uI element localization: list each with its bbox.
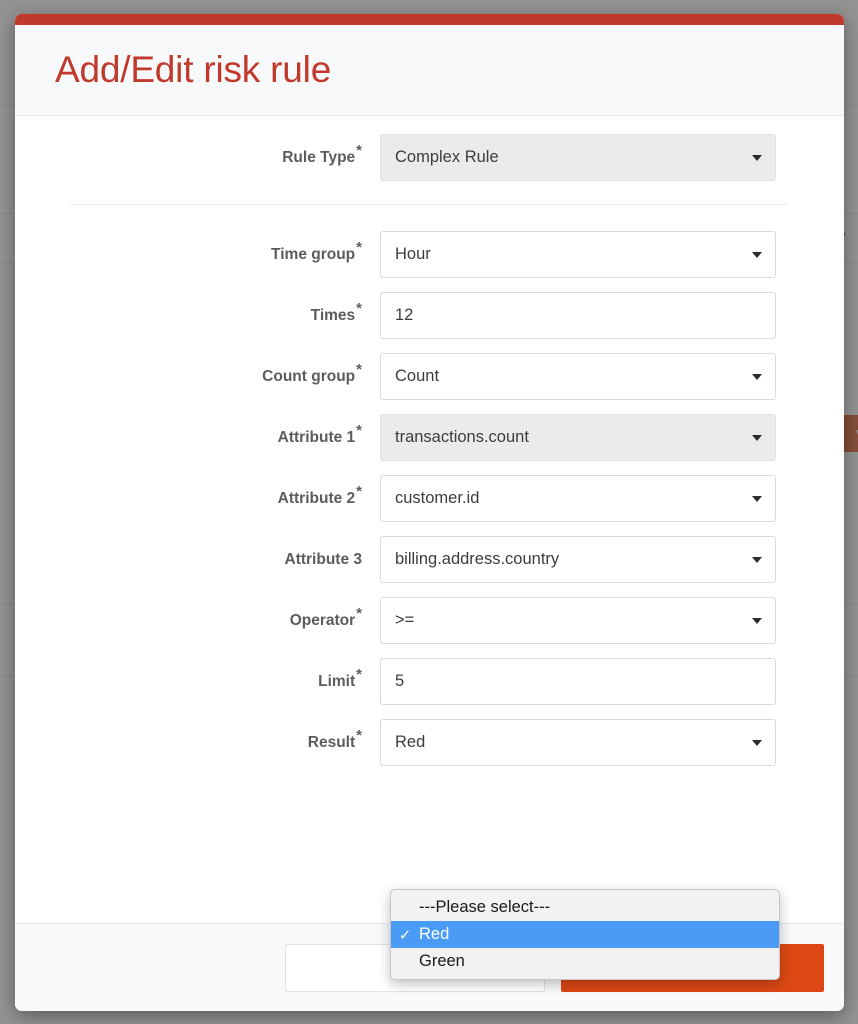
dropdown-option-green[interactable]: Green <box>391 948 779 975</box>
dropdown-option-please-select[interactable]: ---Please select--- <box>391 894 779 921</box>
dialog-header: Add/Edit risk rule <box>15 25 844 116</box>
required-marker: * <box>356 300 362 318</box>
attribute-2-select[interactable]: customer.id <box>380 475 776 522</box>
field-control-limit: 5 <box>380 658 776 705</box>
result-dropdown-popup[interactable]: ---Please select--- ✓ Red Green <box>390 889 780 980</box>
time-group-select[interactable]: Hour <box>380 231 776 278</box>
dropdown-option-label: Red <box>419 925 450 943</box>
field-label-text: Limit <box>318 672 356 690</box>
check-icon: ✓ <box>398 926 412 944</box>
field-label-times: Times* <box>55 301 380 325</box>
field-label-result: Result* <box>55 728 380 752</box>
required-marker: * <box>356 666 362 684</box>
field-label-operator: Operator* <box>55 606 380 630</box>
field-control-time-group: Hour <box>380 231 776 278</box>
dialog-accent-bar <box>15 14 844 25</box>
field-label-text: Attribute 3 <box>284 550 363 568</box>
field-label-attribute-1: Attribute 1* <box>55 423 380 447</box>
field-label-text: Attribute 2 <box>277 489 356 507</box>
field-control-attribute-3: billing.address.country <box>380 536 776 583</box>
required-marker: * <box>356 361 362 379</box>
field-label-count-group: Count group* <box>55 362 380 386</box>
field-control-attribute-2: customer.id <box>380 475 776 522</box>
field-control-times: 12 <box>380 292 776 339</box>
field-label-limit: Limit* <box>55 667 380 691</box>
add-edit-risk-rule-dialog: Add/Edit risk rule Rule Type* Complex Ru… <box>15 14 844 1011</box>
field-control-result: Red <box>380 719 776 766</box>
required-marker: * <box>356 483 362 501</box>
form-row-time-group: Time group* Hour <box>55 231 804 278</box>
dialog-body: Rule Type* Complex Rule Time group* Hour… <box>15 116 844 980</box>
form-row-rule-type: Rule Type* Complex Rule <box>55 134 804 181</box>
form-row-count-group: Count group* Count <box>55 353 804 400</box>
form-row-operator: Operator* >= <box>55 597 804 644</box>
required-marker: * <box>356 239 362 257</box>
required-marker: * <box>356 727 362 745</box>
form-row-attribute-1: Attribute 1* transactions.count <box>55 414 804 461</box>
required-marker: * <box>356 142 362 160</box>
dropdown-option-red[interactable]: ✓ Red <box>391 921 779 948</box>
field-label-attribute-2: Attribute 2* <box>55 484 380 508</box>
operator-select[interactable]: >= <box>380 597 776 644</box>
field-label-text: Time group <box>271 245 356 263</box>
section-divider <box>70 204 789 205</box>
required-marker: * <box>356 605 362 623</box>
result-select[interactable]: Red <box>380 719 776 766</box>
rule-type-select[interactable]: Complex Rule <box>380 134 776 181</box>
field-label-rule-type: Rule Type* <box>55 143 380 167</box>
times-input[interactable]: 12 <box>380 292 776 339</box>
field-control-rule-type: Complex Rule <box>380 134 776 181</box>
field-label-time-group: Time group* <box>55 240 380 264</box>
attribute-3-select[interactable]: billing.address.country <box>380 536 776 583</box>
limit-input[interactable]: 5 <box>380 658 776 705</box>
field-control-operator: >= <box>380 597 776 644</box>
form-row-attribute-2: Attribute 2* customer.id <box>55 475 804 522</box>
required-marker: * <box>356 422 362 440</box>
count-group-select[interactable]: Count <box>380 353 776 400</box>
form-row-attribute-3: Attribute 3 billing.address.country <box>55 536 804 583</box>
dropdown-option-label: ---Please select--- <box>419 898 551 916</box>
field-label-attribute-3: Attribute 3 <box>55 551 380 569</box>
field-control-count-group: Count <box>380 353 776 400</box>
attribute-1-select[interactable]: transactions.count <box>380 414 776 461</box>
form-row-limit: Limit* 5 <box>55 658 804 705</box>
field-label-text: Rule Type <box>282 148 356 166</box>
field-label-text: Count group <box>262 367 356 385</box>
field-label-text: Result <box>307 733 356 751</box>
form-row-times: Times* 12 <box>55 292 804 339</box>
field-label-text: Operator <box>289 611 356 629</box>
page-title: Add/Edit risk rule <box>55 49 332 90</box>
field-label-text: Attribute 1 <box>277 428 356 446</box>
form-row-result: Result* Red <box>55 719 804 766</box>
dropdown-option-label: Green <box>419 952 465 970</box>
field-label-text: Times <box>310 306 356 324</box>
field-control-attribute-1: transactions.count <box>380 414 776 461</box>
